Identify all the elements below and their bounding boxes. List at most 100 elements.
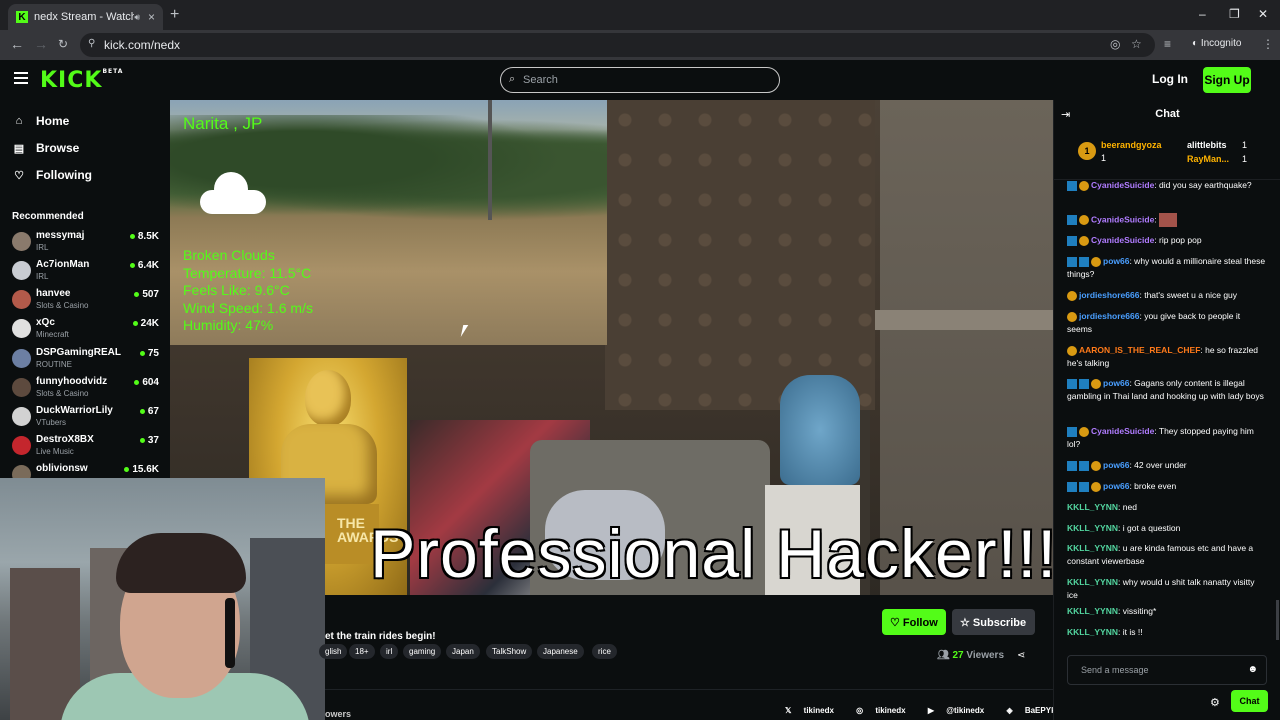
stream-tag[interactable]: irl (380, 644, 399, 659)
chat-username[interactable]: pow66 (1103, 256, 1129, 266)
gifter-badge-icon (1067, 345, 1077, 356)
chat-username[interactable]: KKLL_YYNN (1067, 606, 1118, 616)
chat-message-input[interactable]: Send a message ☻ (1067, 655, 1267, 685)
viewer-label: Viewers (966, 650, 1005, 661)
followers-label: owers (325, 709, 352, 719)
rank-badge: 1 (1078, 142, 1096, 160)
window-close-icon[interactable]: ✕ (1258, 7, 1268, 21)
stream-tag[interactable]: rice (592, 644, 617, 659)
recommended-channel[interactable]: DestroX8BX Live Music 37 (12, 434, 162, 460)
chat-settings-gear-icon[interactable]: ⚙ (1210, 696, 1220, 709)
social-links: 𝕏 tikinedx ◎ tikinedx ▶ @tikinedx ◈ BaEP… (785, 706, 1092, 715)
tab-title: nedx Stream - Watch Live o (34, 11, 135, 23)
recommended-channel[interactable]: funnyhoodvidz Slots & Casino 604 (12, 376, 162, 402)
divider (325, 689, 1053, 690)
video-scene-door (875, 310, 1053, 330)
recommended-channel[interactable]: hanvee Slots & Casino 507 (12, 288, 162, 314)
sidebar-item-browse[interactable]: ▤ Browse (12, 141, 80, 155)
chat-username[interactable]: CyanideSuicide (1091, 180, 1154, 190)
sidebar-item-label: Following (36, 168, 92, 182)
sidebar-item-home[interactable]: ⌂ Home (12, 114, 70, 128)
incognito-indicator[interactable]: ◐ Incognito (1192, 38, 1241, 49)
tab-close-icon[interactable]: × (148, 10, 155, 24)
second-gifter-name[interactable]: alittlebits (1187, 140, 1227, 150)
third-gifter-name[interactable]: RayMan... (1187, 154, 1229, 164)
stream-tag[interactable]: Japanese (537, 644, 584, 659)
chat-username[interactable]: AARON_IS_THE_REAL_CHEF (1079, 345, 1200, 355)
social-instagram[interactable]: ◎ tikinedx (856, 706, 915, 715)
share-icon[interactable]: ⋖ (1017, 650, 1025, 661)
hamburger-menu-icon[interactable] (14, 72, 28, 84)
chat-username[interactable]: KKLL_YYNN (1067, 523, 1118, 533)
gifter-badge-icon (1067, 290, 1077, 301)
live-dot-icon (139, 408, 145, 414)
back-icon[interactable]: ← (10, 36, 24, 52)
chat-username[interactable]: pow66 (1103, 481, 1129, 491)
signup-button[interactable]: Sign Up (1203, 67, 1251, 93)
stream-tag[interactable]: gaming (403, 644, 442, 659)
subscriber-badge-icon (1067, 378, 1077, 389)
site-info-icon[interactable]: ⚲ (88, 38, 95, 49)
gifter-badge-icon (1079, 235, 1089, 246)
chat-messages[interactable]: CyanideSuicide: did you say earthquake? C… (1054, 180, 1280, 648)
recommended-channel[interactable]: Ac7ionMan IRL 6.4K (12, 259, 162, 285)
chat-username[interactable]: pow66 (1103, 460, 1129, 470)
chat-username[interactable]: CyanideSuicide (1091, 235, 1154, 245)
new-tab-icon[interactable]: + (170, 6, 179, 24)
live-dot-icon (134, 379, 140, 385)
chat-username[interactable]: KKLL_YYNN (1067, 543, 1118, 553)
bookmark-star-icon[interactable]: ☆ (1131, 37, 1142, 51)
chat-username[interactable]: KKLL_YYNN (1067, 577, 1118, 587)
stream-tag[interactable]: 18+ (349, 644, 375, 659)
chat-username[interactable]: jordieshore666 (1079, 311, 1139, 321)
recommended-channel[interactable]: DuckWarriorLily VTubers 67 (12, 405, 162, 431)
chat-send-button[interactable]: Chat (1231, 690, 1268, 712)
stream-tag[interactable]: Japan (446, 644, 480, 659)
channel-category: IRL (36, 272, 49, 281)
chat-username[interactable]: jordieshore666 (1079, 290, 1139, 300)
recommended-channel[interactable]: messymaj IRL 8.5K (12, 230, 162, 256)
channel-viewers: 37 (139, 435, 159, 446)
chat-username[interactable]: CyanideSuicide (1091, 214, 1154, 224)
avatar (12, 290, 31, 309)
recommended-channel[interactable]: DSPGamingREAL ROUTINE 75 (12, 347, 162, 373)
social-youtube[interactable]: ▶ @tikinedx (928, 706, 994, 715)
social-handle: tikinedx (875, 706, 906, 715)
eye-off-icon[interactable]: ◎ (1110, 37, 1120, 51)
chat-username[interactable]: KKLL_YYNN (1067, 502, 1118, 512)
maximize-icon[interactable]: ❐ (1229, 7, 1240, 21)
subscriber-badge-icon (1067, 426, 1077, 437)
chat-username[interactable]: CyanideSuicide (1091, 426, 1154, 436)
subscribe-button[interactable]: ☆ Subscribe (952, 609, 1035, 635)
weather-location: Narita , JP (183, 114, 263, 133)
stream-tag[interactable]: glish (319, 644, 348, 659)
channel-name: DuckWarriorLily (36, 405, 113, 416)
emoji-icon[interactable]: ☻ (1247, 664, 1258, 675)
live-dot-icon (134, 291, 140, 297)
chat-text: : did you say earthquake? (1154, 180, 1252, 190)
search-input[interactable]: ⌕ Search (500, 67, 780, 93)
audio-icon[interactable]: 🔊︎ (134, 12, 140, 23)
chat-message: KKLL_YYNN: u are kinda famous etc and ha… (1067, 542, 1267, 568)
channel-name: DSPGamingREAL (36, 347, 122, 358)
recommended-channel[interactable]: xQc Minecraft 24K (12, 317, 162, 343)
chat-username[interactable]: KKLL_YYNN (1067, 627, 1118, 637)
url-field[interactable]: ⚲ kick.com/nedx (80, 33, 1155, 57)
recommended-heading: Recommended (12, 211, 84, 222)
minimize-icon[interactable]: – (1199, 7, 1206, 21)
follow-button[interactable]: ♡ Follow (882, 609, 946, 635)
channel-name: messymaj (36, 230, 85, 241)
browser-tab[interactable]: K nedx Stream - Watch Live o 🔊︎ × (8, 4, 163, 30)
social-x[interactable]: 𝕏 tikinedx (785, 706, 844, 715)
kick-logo[interactable]: KICKBETA (40, 68, 123, 93)
stream-tag[interactable]: TalkShow (486, 644, 533, 659)
chat-username[interactable]: pow66 (1103, 378, 1129, 388)
media-control-icon[interactable]: ≡ (1164, 37, 1171, 51)
sidebar-item-following[interactable]: ♡ Following (12, 168, 92, 182)
forward-icon[interactable]: → (34, 36, 48, 52)
browser-menu-icon[interactable]: ⋮ (1262, 37, 1274, 51)
login-button[interactable]: Log In (1152, 72, 1188, 86)
reload-icon[interactable]: ↻ (58, 37, 68, 51)
top-gifter-name[interactable]: beerandgyoza (1101, 140, 1162, 150)
page-scrollbar[interactable] (1276, 600, 1279, 640)
